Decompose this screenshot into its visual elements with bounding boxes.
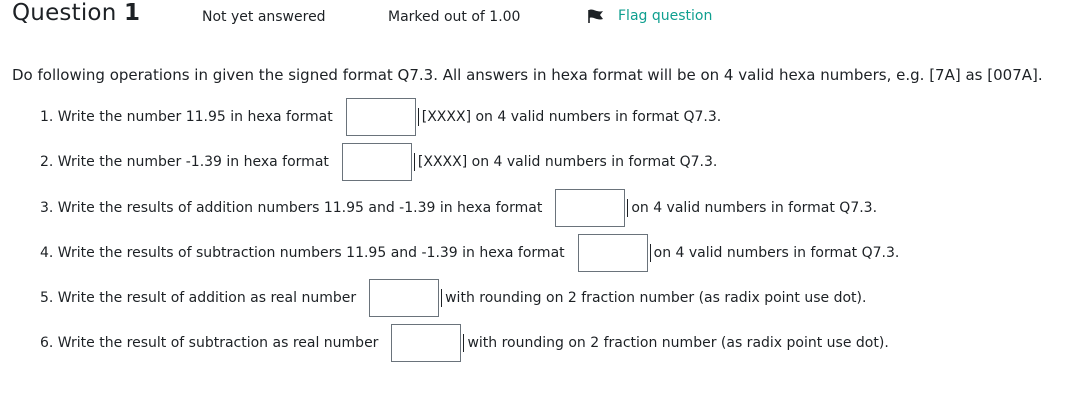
subquestion-hint-2: [XXXX] on 4 valid numbers in format Q7.3… xyxy=(413,153,717,171)
answer-input-4[interactable] xyxy=(577,234,648,272)
subquestion-hint-6: with rounding on 2 fraction number (as r… xyxy=(463,334,889,352)
subquestion-label-4: 4. Write the results of subtraction numb… xyxy=(40,245,565,261)
answer-input-3[interactable] xyxy=(555,189,626,227)
subquestion-label-6: 6. Write the result of subtraction as re… xyxy=(40,335,379,351)
subquestion-row-5: 5. Write the result of addition as real … xyxy=(40,278,866,318)
flag-question-label: Flag question xyxy=(618,8,713,24)
subquestion-hint-1: [XXXX] on 4 valid numbers in format Q7.3… xyxy=(417,108,721,126)
subquestion-row-4: 4. Write the results of subtraction numb… xyxy=(40,233,899,273)
subquestion-row-1: 1. Write the number 11.95 in hexa format… xyxy=(40,97,721,137)
flag-question-link[interactable]: Flag question xyxy=(588,8,712,24)
subquestion-hint-5: with rounding on 2 fraction number (as r… xyxy=(441,289,866,307)
subquestion-label-2: 2. Write the number -1.39 in hexa format xyxy=(40,154,329,170)
subquestion-label-3: 3. Write the results of addition numbers… xyxy=(40,200,543,216)
subquestion-hint-3: on 4 valid numbers in format Q7.3. xyxy=(627,199,877,217)
subquestion-label-1: 1. Write the number 11.95 in hexa format xyxy=(40,109,333,125)
subquestion-label-5: 5. Write the result of addition as real … xyxy=(40,290,357,306)
flag-icon xyxy=(588,9,603,23)
question-grade: Marked out of 1.00 xyxy=(388,9,521,25)
answer-input-5[interactable] xyxy=(369,279,440,317)
answer-input-2[interactable] xyxy=(341,143,412,181)
question-state: Not yet answered xyxy=(202,9,326,25)
question-title: Question 1 xyxy=(12,0,140,26)
question-title-prefix: Question xyxy=(12,0,117,26)
subquestion-row-2: 2. Write the number -1.39 in hexa format… xyxy=(40,142,717,182)
question-header: Question 1 Not yet answered Marked out o… xyxy=(0,0,1069,36)
question-number: 1 xyxy=(124,0,141,26)
answer-input-1[interactable] xyxy=(345,98,416,136)
subquestion-hint-4: on 4 valid numbers in format Q7.3. xyxy=(649,244,899,262)
subquestion-row-6: 6. Write the result of subtraction as re… xyxy=(40,323,889,363)
question-intro: Do following operations in given the sig… xyxy=(12,66,1043,84)
answer-input-6[interactable] xyxy=(391,324,462,362)
subquestion-row-3: 3. Write the results of addition numbers… xyxy=(40,188,877,228)
